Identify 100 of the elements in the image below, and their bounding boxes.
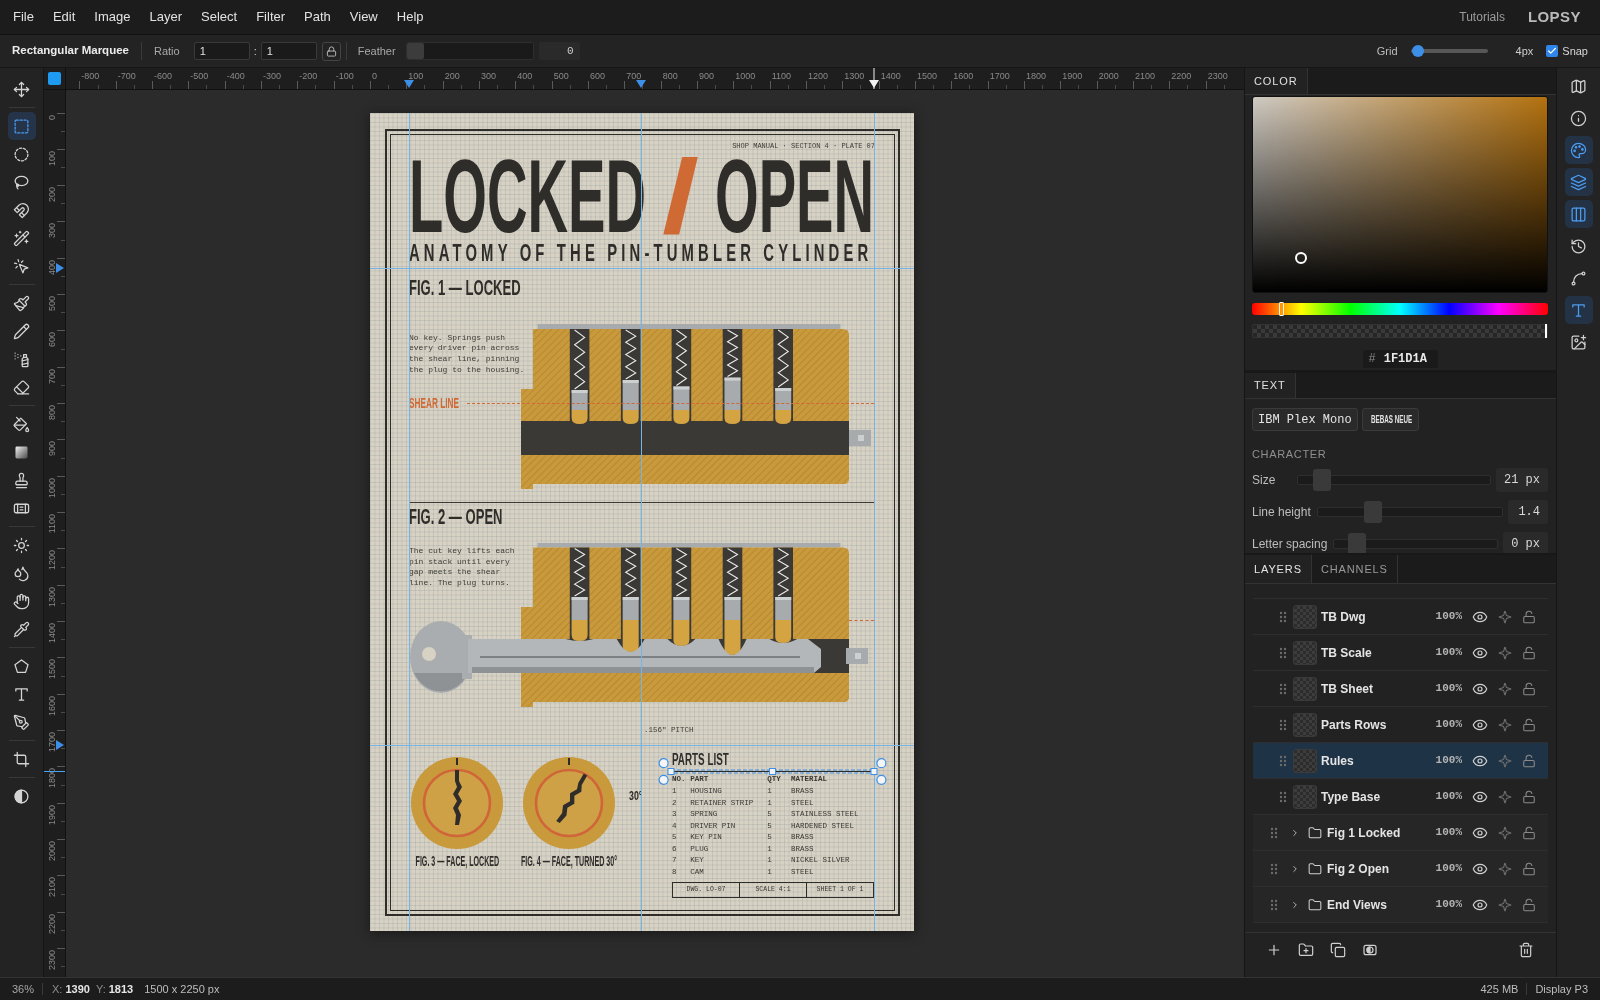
hex-field[interactable]: # 1F1D1A — [1362, 349, 1438, 368]
panel-toggle-button[interactable] — [1564, 168, 1593, 196]
panel-tab[interactable]: LAYERS — [1245, 555, 1312, 583]
drag-handle-icon[interactable] — [1279, 610, 1287, 623]
sparkles-icon[interactable] — [1498, 645, 1512, 660]
menu-item[interactable]: View — [340, 4, 388, 30]
drag-handle-icon[interactable] — [1270, 862, 1278, 875]
open-lock-icon[interactable] — [1522, 753, 1536, 768]
rotate-handle[interactable] — [658, 774, 669, 785]
chevron-right-icon[interactable] — [1290, 899, 1300, 910]
ruler-label: 700 — [626, 71, 642, 81]
layer-row[interactable]: End Views 100% — [1253, 887, 1548, 923]
drag-handle-icon[interactable] — [1279, 646, 1287, 659]
ratio-lock-button[interactable] — [321, 41, 341, 61]
font-button[interactable]: BEBAS NEUE — [1361, 408, 1419, 431]
open-lock-icon[interactable] — [1522, 645, 1536, 660]
drag-handle-icon[interactable] — [1279, 682, 1287, 695]
drag-handle-icon[interactable] — [1279, 754, 1287, 767]
drag-handle-icon[interactable] — [1270, 826, 1278, 839]
grid-slider[interactable] — [1410, 45, 1488, 57]
folder-plus-icon[interactable] — [1298, 942, 1314, 958]
ruler-label: 1100 — [771, 71, 791, 81]
rotate-handle[interactable] — [876, 774, 887, 785]
mask-icon[interactable] — [1362, 942, 1378, 958]
open-lock-icon[interactable] — [1522, 789, 1536, 804]
layer-row[interactable]: TB Scale 100% — [1253, 635, 1548, 671]
panel-toggle-button[interactable] — [1564, 136, 1593, 164]
value-field[interactable]: 0 px — [1503, 532, 1548, 553]
sparkles-icon[interactable] — [1498, 897, 1512, 912]
menu-item[interactable]: Layer — [140, 4, 192, 30]
guide-marker-icon[interactable] — [56, 263, 64, 273]
guide-marker-icon[interactable] — [56, 740, 64, 750]
copy-icon[interactable] — [1330, 942, 1346, 958]
drag-handle-icon[interactable] — [1279, 790, 1287, 803]
chevron-right-icon[interactable] — [1290, 863, 1300, 874]
picker-handle[interactable] — [1295, 252, 1307, 264]
resize-handle[interactable] — [769, 767, 776, 775]
slider-thumb[interactable] — [1412, 45, 1425, 57]
sparkles-icon[interactable] — [1498, 609, 1512, 624]
tutorials-link[interactable]: Tutorials — [1459, 8, 1505, 26]
sparkles-icon[interactable] — [1498, 825, 1512, 840]
sparkles-icon[interactable] — [1498, 681, 1512, 696]
zoom-level[interactable]: 36% — [12, 980, 35, 998]
menu-item[interactable]: Select — [191, 4, 247, 30]
open-lock-icon[interactable] — [1522, 717, 1536, 732]
menu-item[interactable]: Help — [387, 4, 433, 30]
value-field[interactable]: 1.4 — [1508, 500, 1548, 524]
value-slider[interactable] — [1333, 533, 1499, 553]
panel-toggle-button[interactable] — [1564, 296, 1593, 324]
ratio-width-field[interactable]: 1 — [193, 42, 250, 60]
rotate-handle[interactable] — [876, 757, 887, 768]
resize-handle[interactable] — [870, 767, 878, 775]
slider-thumb[interactable] — [406, 43, 424, 59]
layer-row[interactable]: Fig 1 Locked 100% — [1253, 815, 1548, 851]
menu-item[interactable]: Path — [294, 4, 341, 30]
slider-thumb[interactable] — [1279, 301, 1285, 316]
figure-caption: No key. Springs push every driver pin across the shear line, pinning the plug to the housing. — [409, 332, 526, 376]
layer-name: TB Sheet — [1321, 680, 1374, 698]
plus-icon[interactable] — [1266, 942, 1282, 958]
color-field[interactable] — [1252, 96, 1548, 293]
open-lock-icon[interactable] — [1522, 861, 1536, 876]
resize-handle[interactable] — [667, 767, 675, 775]
open-lock-icon[interactable] — [1522, 609, 1536, 624]
sparkles-icon[interactable] — [1498, 861, 1512, 876]
open-lock-icon[interactable] — [1522, 897, 1536, 912]
alpha-slider[interactable] — [1252, 323, 1548, 338]
feather-value-field[interactable]: 0 — [538, 42, 580, 60]
menu-item[interactable]: File — [3, 4, 44, 30]
guide-marker-icon[interactable] — [404, 80, 414, 88]
value-slider[interactable] — [1316, 501, 1503, 523]
drag-handle-icon[interactable] — [1279, 718, 1287, 731]
value-slider[interactable] — [1297, 469, 1491, 491]
menu-item[interactable]: Edit — [43, 4, 85, 30]
snap-checkbox[interactable] — [1546, 45, 1559, 57]
open-lock-icon[interactable] — [1522, 681, 1536, 696]
layer-row[interactable]: Fig 2 Open 100% — [1253, 851, 1548, 887]
slider-thumb[interactable] — [1348, 533, 1367, 553]
open-lock-icon[interactable] — [1522, 825, 1536, 840]
panel-tab[interactable]: CHANNELS — [1311, 555, 1398, 583]
value-field[interactable]: 21 px — [1496, 468, 1548, 492]
sparkles-icon[interactable] — [1498, 789, 1512, 804]
sparkles-icon[interactable] — [1498, 717, 1512, 732]
panel-toggle-button[interactable] — [1564, 200, 1593, 228]
font-button[interactable]: IBM Plex Mono — [1252, 408, 1358, 431]
feather-slider[interactable] — [405, 42, 534, 60]
slider-thumb[interactable] — [1312, 469, 1331, 491]
slider-thumb[interactable] — [1363, 501, 1382, 523]
trash-icon[interactable] — [1518, 942, 1534, 958]
guide-marker-icon[interactable] — [636, 80, 646, 88]
drag-handle-icon[interactable] — [1270, 898, 1278, 911]
layer-row[interactable]: Rules 100% — [1253, 743, 1548, 779]
chevron-right-icon[interactable] — [1290, 827, 1300, 838]
sparkles-icon[interactable] — [1498, 753, 1512, 768]
layer-row[interactable]: TB Dwg 100% — [1253, 599, 1548, 635]
menu-item[interactable]: Filter — [246, 4, 295, 30]
ratio-height-field[interactable]: 1 — [260, 42, 317, 60]
menu-item[interactable]: Image — [84, 4, 140, 30]
layer-row[interactable]: TB Sheet 100% — [1253, 671, 1548, 707]
rotate-handle[interactable] — [658, 757, 669, 768]
hue-slider[interactable] — [1252, 302, 1548, 315]
